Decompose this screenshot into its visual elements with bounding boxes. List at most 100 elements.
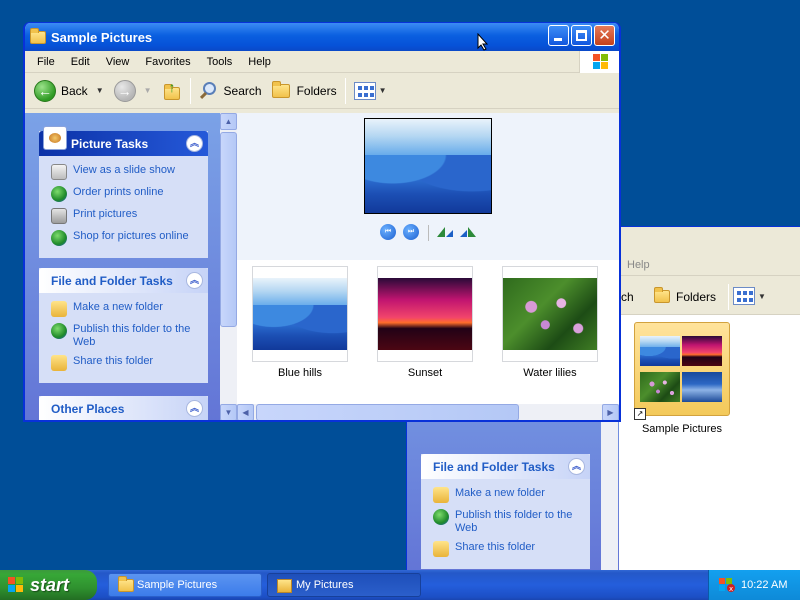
back-folders-button[interactable]: Folders — [649, 282, 721, 312]
task-share-folder[interactable]: Share this folder — [51, 355, 200, 371]
folders-button[interactable]: Folders — [267, 76, 342, 106]
minimize-button[interactable] — [548, 25, 569, 46]
task-print-pictures[interactable]: Print pictures — [51, 208, 200, 224]
back-arrow-icon: ← — [34, 79, 56, 102]
mini-sunset-image — [682, 336, 722, 366]
toolbar-separator — [428, 225, 429, 241]
scroll-thumb[interactable] — [220, 132, 237, 327]
back-button[interactable]: ← Back ▼ — [29, 76, 109, 106]
folder-icon — [118, 576, 134, 592]
my-pictures-icon — [277, 579, 292, 593]
system-tray: x 10:22 AM — [708, 570, 800, 600]
forward-arrow-icon: → — [113, 79, 136, 102]
close-button[interactable]: ✕ — [594, 25, 615, 46]
collapse-icon[interactable]: ︽ — [568, 458, 585, 475]
task-slide-show[interactable]: View as a slide show — [51, 164, 200, 180]
start-button[interactable]: start — [0, 570, 97, 600]
maximize-button[interactable] — [571, 25, 592, 46]
share-folder-icon — [51, 355, 67, 371]
scroll-up-button[interactable]: ▲ — [220, 113, 237, 130]
next-image-button[interactable]: ⏭ — [403, 224, 419, 240]
collapse-icon[interactable]: ︽ — [186, 400, 203, 417]
water-lilies-image — [503, 278, 597, 350]
back-task-publish-web[interactable]: Publish this folder to the Web — [433, 509, 582, 535]
task-order-prints[interactable]: Order prints online — [51, 186, 200, 202]
slideshow-icon — [51, 164, 67, 180]
front-menubar: File Edit View Favorites Tools Help — [25, 51, 619, 73]
taskbar: start Sample Pictures My Pictures x 10:2… — [0, 570, 800, 600]
front-title-bar[interactable]: Sample Pictures ✕ — [25, 23, 619, 51]
collapse-icon[interactable]: ︽ — [186, 135, 203, 152]
rotate-counterclockwise-icon[interactable] — [459, 226, 477, 238]
search-icon — [199, 81, 219, 101]
back-folders-label: Folders — [676, 289, 717, 304]
back-file-folder-tasks-panel: File and Folder Tasks ︽ Make a new folde… — [421, 454, 590, 569]
menu-tools[interactable]: Tools — [199, 56, 241, 68]
taskbar-button-my-pictures[interactable]: My Pictures — [267, 573, 421, 597]
scroll-left-button[interactable]: ◀ — [237, 404, 254, 420]
back-task-share-folder[interactable]: Share this folder — [433, 541, 582, 557]
previous-image-button[interactable]: ⏮ — [380, 224, 396, 240]
sample-pictures-folder[interactable]: ↗ — [634, 322, 730, 420]
search-button[interactable]: Search — [194, 76, 267, 106]
thumbnail-blue-hills[interactable] — [252, 266, 348, 362]
globe-icon — [51, 230, 67, 246]
thumbnail-water-lilies[interactable] — [502, 266, 598, 362]
task-shop-pictures[interactable]: Shop for pictures online — [51, 230, 200, 246]
folders-icon — [271, 80, 290, 98]
back-task-make-folder[interactable]: Make a new folder — [433, 487, 582, 503]
globe-icon — [433, 509, 449, 525]
up-folder-button[interactable]: ↑ — [157, 76, 187, 106]
start-label: start — [30, 574, 70, 595]
menu-file[interactable]: File — [29, 56, 63, 68]
task-pane-scrollbar[interactable]: ▲ ▼ — [220, 113, 237, 420]
back-file-folder-tasks-body: Make a new folder Publish this folder to… — [421, 479, 590, 569]
blue-hills-image — [253, 278, 347, 350]
front-task-pane: Picture Tasks ︽ View as a slide show Ord… — [25, 113, 220, 420]
chevron-down-icon[interactable]: ▼ — [96, 86, 104, 95]
menu-favorites[interactable]: Favorites — [137, 56, 198, 68]
horizontal-scroll-thumb[interactable] — [256, 404, 519, 420]
folder-thumbnail-icon — [634, 322, 730, 416]
thumbnail-label-blue-hills[interactable]: Blue hills — [245, 367, 355, 379]
front-window-sample-pictures[interactable]: Sample Pictures ✕ File Edit View Favorit… — [23, 22, 621, 422]
file-folder-tasks-header[interactable]: File and Folder Tasks ︽ — [39, 268, 208, 293]
task-publish-web[interactable]: Publish this folder to the Web — [51, 323, 200, 349]
views-icon — [733, 287, 755, 305]
taskbar-button-sample-pictures[interactable]: Sample Pictures — [108, 573, 262, 597]
views-button[interactable]: ▼ — [349, 76, 392, 106]
mini-winter-image — [682, 372, 722, 402]
chevron-down-icon: ▼ — [143, 86, 152, 95]
menu-edit[interactable]: Edit — [63, 56, 98, 68]
forward-button[interactable]: → ▼ — [109, 76, 157, 106]
up-folder-icon: ↑ — [162, 79, 182, 101]
back-menu-help[interactable]: Help — [619, 259, 658, 271]
window-title: Sample Pictures — [51, 29, 153, 45]
picture-tasks-header[interactable]: Picture Tasks ︽ — [39, 126, 208, 156]
preview-image[interactable] — [364, 118, 492, 214]
sunset-image — [378, 278, 472, 350]
other-places-header[interactable]: Other Places ︽ — [39, 396, 208, 420]
toolbar-separator — [189, 77, 191, 104]
task-make-folder[interactable]: Make a new folder — [51, 301, 200, 317]
menu-view[interactable]: View — [98, 56, 138, 68]
clock[interactable]: 10:22 AM — [741, 579, 787, 591]
camera-icon — [43, 126, 67, 150]
thumbnail-label-water-lilies[interactable]: Water lilies — [495, 367, 605, 379]
security-alert-icon[interactable]: x — [719, 578, 735, 593]
menu-help[interactable]: Help — [240, 56, 279, 68]
thumbnail-sunset[interactable] — [377, 266, 473, 362]
sample-pictures-folder-label[interactable]: Sample Pictures — [627, 423, 737, 435]
chevron-down-icon: ▼ — [758, 291, 766, 301]
file-folder-tasks-panel: File and Folder Tasks ︽ Make a new folde… — [39, 268, 208, 383]
thumbnail-label-sunset[interactable]: Sunset — [370, 367, 480, 379]
back-views-button[interactable]: ▼ — [733, 287, 766, 305]
collapse-icon[interactable]: ︽ — [186, 272, 203, 289]
content-horizontal-scrollbar[interactable]: ◀ ▶ — [237, 404, 619, 420]
shortcut-arrow-icon: ↗ — [634, 408, 646, 420]
back-file-folder-tasks-header[interactable]: File and Folder Tasks ︽ — [421, 454, 590, 479]
scroll-right-button[interactable]: ▶ — [602, 404, 619, 420]
scroll-down-button[interactable]: ▼ — [220, 404, 237, 420]
folder-icon — [30, 27, 46, 44]
rotate-clockwise-icon[interactable] — [436, 226, 454, 238]
